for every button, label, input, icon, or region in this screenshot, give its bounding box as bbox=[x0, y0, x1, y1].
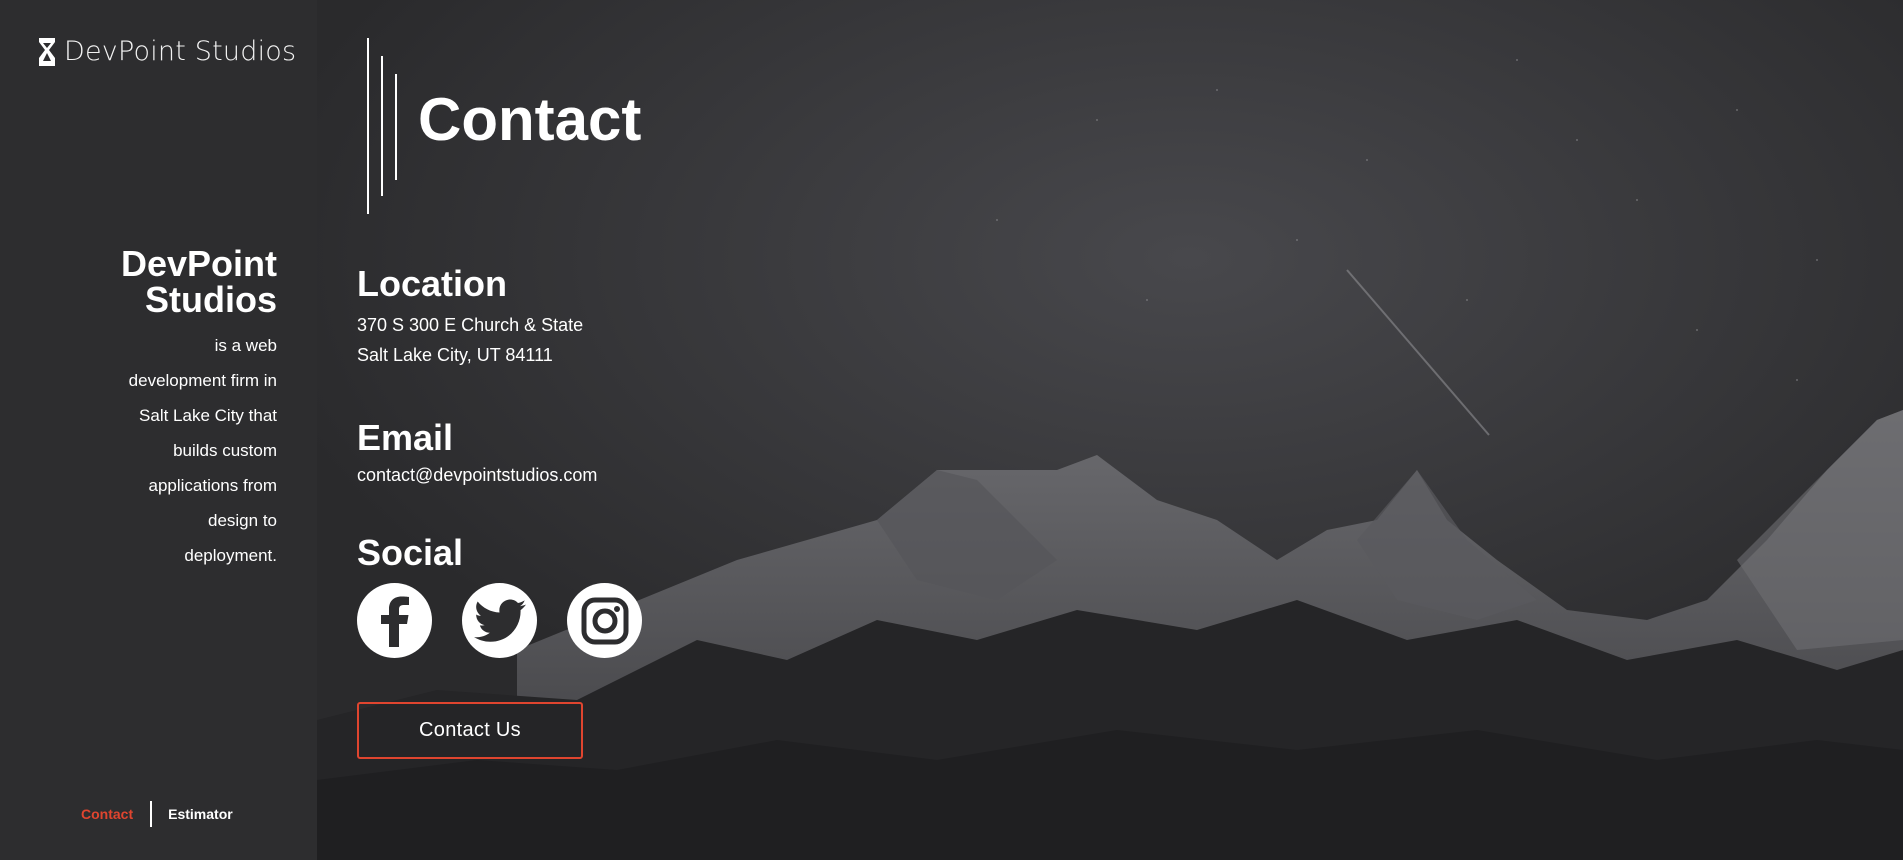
brand-home-link[interactable]: DevPoint Studios bbox=[36, 36, 296, 67]
title-decor-line bbox=[381, 56, 383, 196]
twitter-link[interactable] bbox=[462, 583, 537, 658]
about-description: is a web development firm in Salt Lake C… bbox=[128, 336, 277, 565]
address-line-1: 370 S 300 E Church & State bbox=[357, 315, 584, 335]
title-decor-line bbox=[367, 38, 369, 214]
social-links bbox=[357, 583, 642, 658]
nav-link-contact[interactable]: Contact bbox=[81, 806, 133, 822]
location-section: Location 370 S 300 E Church & State Salt… bbox=[357, 266, 583, 370]
facebook-link[interactable] bbox=[357, 583, 432, 658]
contact-page: DevPoint Studios DevPoint Studios is a w… bbox=[0, 0, 1903, 860]
contact-us-button[interactable]: Contact Us bbox=[357, 702, 583, 759]
location-heading: Location bbox=[357, 263, 507, 304]
footer-nav: Contact Estimator bbox=[81, 801, 233, 827]
address-line-2: Salt Lake City, UT 84111 bbox=[357, 345, 553, 365]
instagram-icon bbox=[581, 597, 628, 644]
brand-name: DevPoint Studios bbox=[64, 36, 297, 67]
about-title: DevPoint Studios bbox=[120, 243, 277, 320]
facebook-icon bbox=[380, 596, 409, 647]
social-section: Social bbox=[357, 535, 642, 658]
twitter-icon bbox=[473, 599, 526, 642]
page-title: Contact bbox=[418, 86, 642, 153]
nav-link-estimator[interactable]: Estimator bbox=[168, 806, 233, 822]
instagram-link[interactable] bbox=[567, 583, 642, 658]
email-address[interactable]: contact@devpointstudios.com bbox=[357, 460, 597, 490]
main-content: Contact Location 370 S 300 E Church & St… bbox=[317, 0, 1903, 860]
title-decor-line bbox=[395, 74, 397, 180]
email-section: Email contact@devpointstudios.com bbox=[357, 420, 597, 490]
social-heading: Social bbox=[357, 532, 464, 573]
email-heading: Email bbox=[357, 417, 454, 458]
sidebar: DevPoint Studios DevPoint Studios is a w… bbox=[0, 0, 317, 860]
hourglass-logo-icon bbox=[39, 37, 55, 66]
about-block: DevPoint Studios is a web development fi… bbox=[17, 246, 277, 573]
nav-divider bbox=[150, 801, 153, 827]
